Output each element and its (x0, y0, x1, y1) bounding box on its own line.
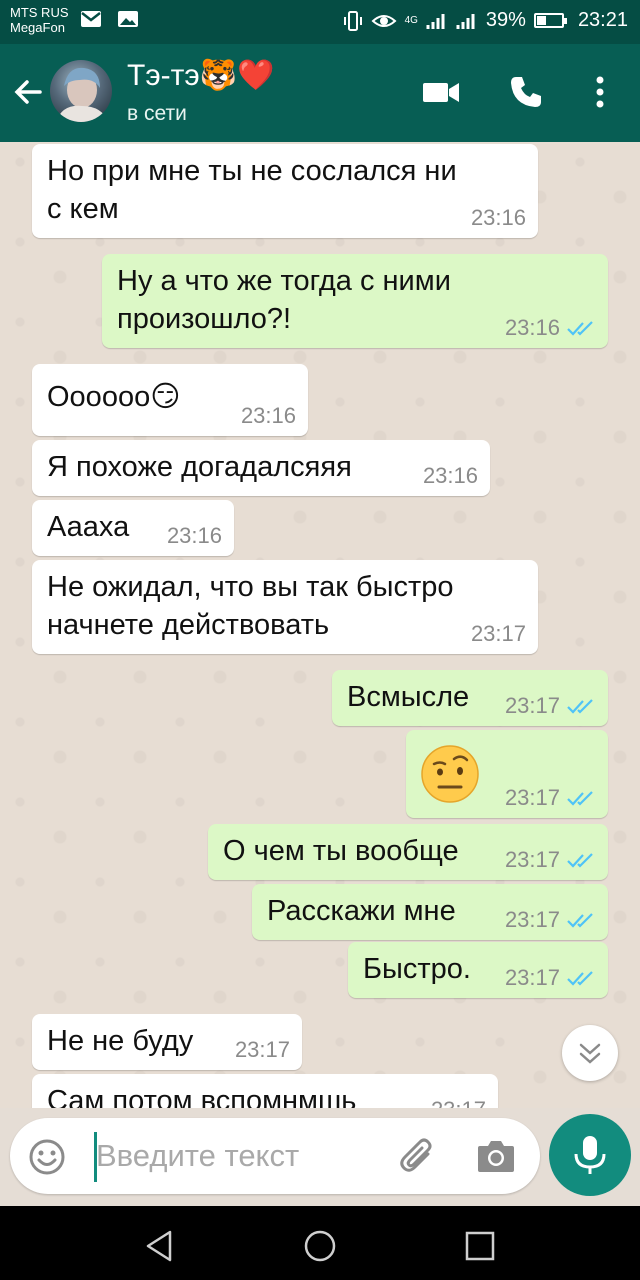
read-ticks-icon (567, 971, 593, 986)
message-bubble-outgoing[interactable]: Всмысле 23:17 (332, 670, 608, 726)
battery-icon (533, 13, 567, 28)
message-line: с кем (47, 193, 119, 225)
message-bubble-incoming[interactable]: Но при мне ты не сослался ни с кем 23:16 (32, 144, 538, 238)
nav-home-icon[interactable] (302, 1228, 338, 1264)
message-composer[interactable]: Введите текст (10, 1118, 540, 1194)
message-bubble-incoming[interactable]: Не ожидал, что вы так быстро начнете дей… (32, 560, 538, 654)
camera-icon[interactable] (476, 1138, 516, 1174)
message-time: 23:17 (504, 907, 560, 932)
face-with-raised-eyebrow-emoji (421, 745, 479, 803)
message-bubble-incoming[interactable]: Я похоже догадалсяяя 23:16 (32, 440, 490, 496)
signal-icon-2 (456, 13, 475, 29)
message-line: начнете действовать (47, 609, 330, 641)
clock: 23:21 (577, 9, 628, 31)
chat-header: Тэ-тэ🐯❤️ в сети (0, 44, 640, 142)
eye-comfort-icon (371, 14, 397, 27)
vibrate-icon (343, 10, 362, 31)
battery-percent: 39% (485, 9, 526, 31)
carrier-secondary: MegaFon (10, 20, 65, 35)
message-text: О чем ты вообще (223, 835, 459, 867)
message-bubble-incoming[interactable]: Сам потом вспомнмшь 23:17 (32, 1074, 498, 1108)
nav-recents-icon[interactable] (464, 1230, 496, 1262)
message-time: 23:17 (504, 785, 560, 810)
message-time: 23:17 (234, 1037, 290, 1062)
message-line: Не ожидал, что вы так быстро (47, 571, 454, 603)
carrier-info: MTS RUS MegaFon (10, 5, 69, 35)
read-ticks-icon (567, 321, 593, 336)
mic-icon (574, 1136, 606, 1174)
message-time: 23:17 (504, 847, 560, 872)
message-text: Не ожидал, что вы так быстро начнете дей… (47, 568, 454, 644)
read-ticks-icon (567, 853, 593, 868)
image-notification-icon (118, 11, 138, 27)
message-time: 23:16 (504, 315, 560, 340)
message-text: Оооооо😏 (47, 381, 181, 413)
message-line: Но при мне ты не сослался ни (47, 155, 457, 187)
back-arrow-icon[interactable] (10, 74, 46, 110)
message-line: Ну а что же тогда с ними (117, 265, 451, 297)
message-input[interactable]: Введите текст (96, 1138, 299, 1174)
status-bar: MTS RUS MegaFon 4G 39% 23:21 (0, 0, 640, 44)
message-text: Но при мне ты не сослался ни с кем (47, 152, 457, 228)
phone-icon[interactable] (508, 74, 544, 110)
message-text: Всмысле (347, 681, 470, 713)
contact-avatar[interactable] (50, 60, 112, 122)
avatar-portrait (56, 67, 108, 122)
scroll-down-button[interactable] (562, 1025, 618, 1081)
attach-icon[interactable] (398, 1136, 438, 1176)
message-text: Аааха (47, 511, 130, 543)
more-vert-icon[interactable] (592, 74, 608, 110)
contact-status: в сети (127, 102, 187, 125)
message-time: 23:16 (422, 463, 478, 488)
message-text: Не не буду (47, 1025, 194, 1057)
message-text: Я похоже догадалсяяя (47, 451, 352, 483)
message-bubble-incoming[interactable]: Оооооо😏 23:16 (32, 364, 308, 436)
network-type: 4G (404, 14, 418, 26)
message-bubble-incoming[interactable]: Не не буду 23:17 (32, 1014, 302, 1070)
message-list[interactable]: Но при мне ты не сослался ни с кем 23:16… (0, 142, 640, 1108)
message-time: 23:17 (431, 1098, 486, 1109)
message-text: Быстро. (363, 953, 471, 985)
emoji-icon[interactable] (28, 1138, 66, 1176)
battery-fill (536, 16, 547, 25)
message-text: Расскажи мне (267, 895, 456, 927)
message-text: Ну а что же тогда с ними произошло?! (117, 262, 451, 338)
message-time: 23:16 (470, 205, 526, 230)
signal-icon-1 (426, 13, 445, 29)
read-ticks-icon (567, 913, 593, 928)
status-icons: 4G 39% 23:21 (343, 9, 628, 32)
message-time: 23:17 (504, 965, 560, 990)
scroll-down-icon (579, 1043, 601, 1064)
message-bubble-outgoing[interactable]: Расскажи мне 23:17 (252, 884, 608, 940)
system-nav-bar (0, 1206, 640, 1280)
gmail-notification-icon (81, 11, 101, 27)
message-bubble-incoming[interactable]: Аааха 23:16 (32, 500, 234, 556)
message-bubble-outgoing[interactable]: О чем ты вообще 23:17 (208, 824, 608, 880)
message-bubble-outgoing[interactable]: 23:17 (406, 730, 608, 818)
message-bubble-outgoing[interactable]: Быстро. 23:17 (348, 942, 608, 998)
read-ticks-icon (567, 791, 593, 806)
contact-name[interactable]: Тэ-тэ🐯❤️ (127, 58, 274, 93)
video-call-icon[interactable] (422, 74, 460, 110)
message-time: 23:16 (240, 403, 296, 428)
read-ticks-icon (567, 699, 593, 714)
message-time: 23:17 (470, 621, 526, 646)
message-time: 23:16 (166, 523, 222, 548)
nav-back-icon[interactable] (142, 1228, 178, 1264)
message-time: 23:17 (504, 693, 560, 718)
voice-record-button[interactable] (549, 1114, 631, 1196)
carrier-primary: MTS RUS (10, 5, 69, 20)
message-line: произошло?! (117, 303, 292, 335)
message-bubble-outgoing[interactable]: Ну а что же тогда с ними произошло?! 23:… (102, 254, 608, 348)
message-text: Сам потом вспомнмшь (47, 1085, 357, 1108)
